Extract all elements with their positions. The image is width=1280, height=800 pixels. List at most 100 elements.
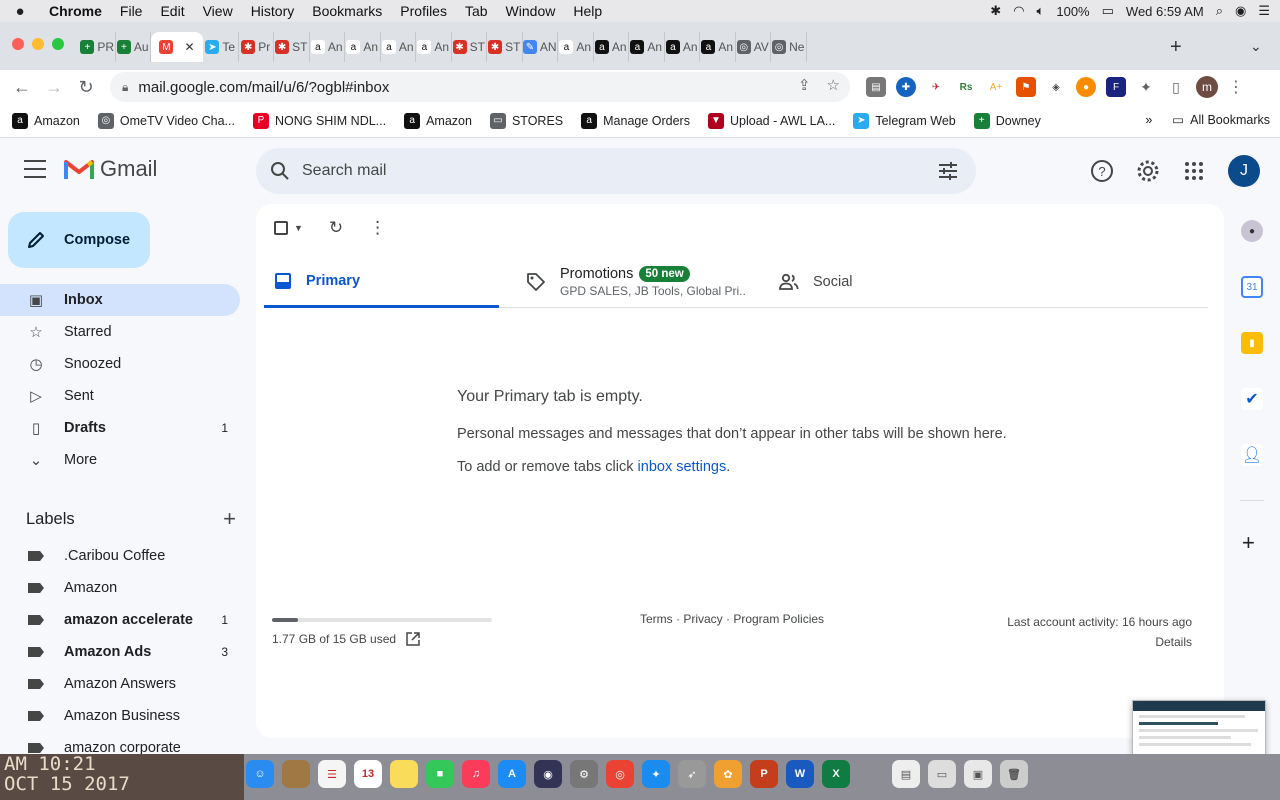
browser-tab[interactable]: a An [416,32,452,62]
control-center-icon[interactable]: ☰ [1258,3,1270,19]
all-bookmarks-button[interactable]: ▭ All Bookmarks [1172,112,1270,128]
browser-tab[interactable]: ✎ AN [522,32,558,62]
extension-blue-icon[interactable]: ✚ [896,77,916,97]
help-icon[interactable]: ? [1090,159,1114,183]
main-menu-icon[interactable] [24,160,46,178]
menu-bookmarks[interactable]: Bookmarks [303,3,391,19]
browser-tab[interactable]: ✱ ST [487,32,523,62]
bookmark-item[interactable]: ➤ Telegram Web [853,112,956,129]
get-addons-icon[interactable]: + [1242,530,1255,556]
browser-tab[interactable]: a An [381,32,416,62]
bookmark-item[interactable]: a Manage Orders [581,112,690,129]
browser-tab[interactable]: a An [665,32,700,62]
browser-tab[interactable]: ✱ ST [452,32,487,62]
browser-tab[interactable]: ◎ Ne [771,32,807,62]
clock[interactable]: Wed 6:59 AM [1126,4,1204,19]
search-bar[interactable] [256,148,976,194]
tab-social[interactable]: Social [779,256,959,308]
nav-item-snoozed[interactable]: ◷ Snoozed [0,348,240,380]
select-dropdown-icon[interactable]: ▼ [294,223,303,233]
close-tab-icon[interactable]: ✕ [184,40,194,54]
nav-item-more[interactable]: ⌄ More [0,444,240,476]
menu-file[interactable]: File [111,3,152,19]
nav-item-sent[interactable]: ▷ Sent [0,380,240,412]
browser-tab[interactable]: M ✕ [151,32,203,62]
browser-tab[interactable]: ✱ Pr [239,32,274,62]
wifi-icon[interactable]: ◠ [1013,3,1024,19]
bookmark-item[interactable]: a Amazon [12,112,80,129]
search-input[interactable] [302,162,902,180]
label-item[interactable]: amazon corporate [0,732,240,754]
label-item[interactable]: .Caribou Coffee [0,540,240,572]
browser-tab[interactable]: ➤ Te [203,32,239,62]
account-avatar[interactable]: J [1228,155,1260,187]
more-options-icon[interactable]: ⋮ [369,218,386,238]
dock-notes-brown-icon[interactable] [282,760,310,788]
dock-chrome-icon[interactable]: ◎ [606,760,634,788]
extensions-puzzle-icon[interactable]: ✦ [1136,77,1156,97]
menu-window[interactable]: Window [497,3,565,19]
tab-promotions[interactable]: Promotions 50 new GPD SALES, JB Tools, G… [526,256,766,308]
extension-f-icon[interactable]: F [1106,77,1126,97]
label-item[interactable]: Amazon Answers [0,668,240,700]
trash-icon[interactable]: 🗑︎ [1000,760,1028,788]
extension-coupon-icon[interactable]: A+ [986,77,1006,97]
policies-links[interactable]: Terms · Privacy · Program Policies [640,612,824,626]
nav-item-inbox[interactable]: ▣ Inbox [0,284,240,316]
reload-button[interactable]: ↻ [70,77,102,98]
dock-app-store-icon[interactable]: A [498,760,526,788]
new-tab-button[interactable]: + [1170,36,1182,59]
compose-button[interactable]: Compose [8,212,150,268]
dock-screenshot-icon[interactable]: ▭ [928,760,956,788]
dock-document-icon[interactable]: ▤ [892,760,920,788]
browser-tab[interactable]: + Au [116,32,151,62]
bluetooth-icon[interactable]: ✱ [990,3,1001,19]
settings-gear-icon[interactable] [1136,159,1160,183]
dock-calendar-icon[interactable]: 13 [354,760,382,788]
bookmark-item[interactable]: + Downey [973,112,1041,129]
apple-icon[interactable]: ● [0,3,40,20]
search-icon[interactable] [270,161,290,181]
nav-item-drafts[interactable]: ▯ Drafts 1 [0,412,240,444]
open-external-icon[interactable] [406,632,420,646]
tab-search-chevron-icon[interactable]: ⌄ [1250,38,1262,55]
extension-rs-icon[interactable]: Rs [956,77,976,97]
extension-cube-icon[interactable]: ◈ [1046,77,1066,97]
forward-button[interactable]: → [38,77,70,98]
volume-icon[interactable]: 🔈︎ [1037,3,1045,19]
minimize-window-button[interactable] [32,38,44,50]
nav-item-starred[interactable]: ☆ Starred [0,316,240,348]
extension-off-orange-icon[interactable]: ⚑ [1016,77,1036,97]
activity-details-link[interactable]: Details [1007,632,1192,652]
inbox-settings-link[interactable]: inbox settings [638,459,727,475]
browser-tab[interactable]: a An [594,32,629,62]
share-icon[interactable]: ⇪ [798,76,811,94]
bookmark-item[interactable]: ▼ Upload - AWL LA... [707,112,835,129]
bookmark-item[interactable]: P NONG SHIM NDL... [252,112,386,129]
menu-chrome[interactable]: Chrome [40,3,111,19]
dock-finder-icon[interactable]: ☺ [246,760,274,788]
dock-siri-icon[interactable]: ◉ [534,760,562,788]
dock-system-preferences-icon[interactable]: ⚙ [570,760,598,788]
dock-powerpoint-icon[interactable]: P [750,760,778,788]
menu-profiles[interactable]: Profiles [391,3,456,19]
close-window-button[interactable] [12,38,24,50]
label-item[interactable]: Amazon Business [0,700,240,732]
dock-facetime-icon[interactable]: ■ [426,760,454,788]
url-text[interactable]: mail.google.com/mail/u/6/?ogbl#inbox [138,79,389,96]
bookmark-star-icon[interactable]: ☆ [827,76,840,94]
dock-notes-icon[interactable] [390,760,418,788]
lock-icon[interactable]: 🔒︎ [122,80,128,95]
select-all-control[interactable]: ▼ [274,221,303,235]
browser-tab[interactable]: ◎ AV [736,32,771,62]
spotlight-icon[interactable]: ⌕ [1216,3,1223,19]
menu-view[interactable]: View [194,3,242,19]
dock-photos-icon[interactable]: ✿ [714,760,742,788]
battery-icon[interactable]: ▭ [1102,3,1114,19]
browser-tab[interactable]: a An [345,32,381,62]
dock-music-icon[interactable]: ♫ [462,760,490,788]
extension-orange-circle-icon[interactable]: ● [1076,77,1096,97]
contacts-icon[interactable]: 👤︎ [1241,444,1263,466]
dock-preview-icon[interactable]: ▣ [964,760,992,788]
google-apps-icon[interactable] [1182,159,1206,183]
